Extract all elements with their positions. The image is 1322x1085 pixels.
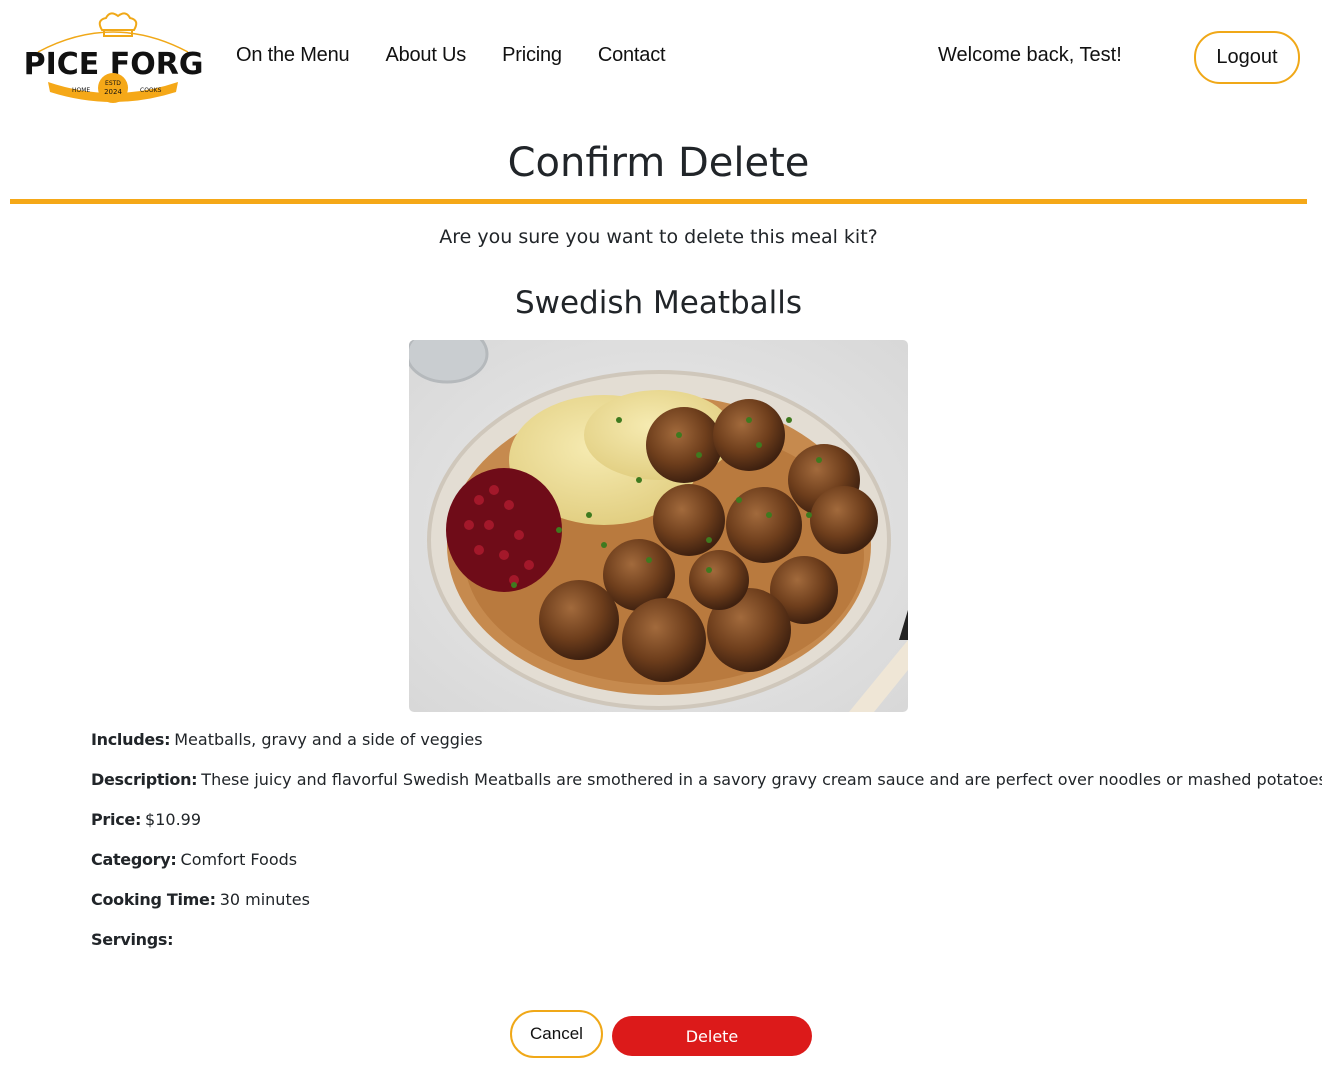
cooking-time-value: 30 minutes (219, 890, 310, 909)
meal-kit-name: Swedish Meatballs (514, 285, 803, 321)
detail-includes: Includes: Meatballs, gravy and a side of … (91, 730, 1291, 770)
svg-text:ESTD: ESTD (105, 80, 121, 87)
detail-category: Category: Comfort Foods (91, 850, 1291, 890)
confirm-prompt: Are you sure you want to delete this mea… (439, 226, 878, 248)
main-nav: On the Menu About Us Pricing Contact (236, 44, 701, 67)
spice-forge-logo[interactable]: SPICE FORGE HOME COOKS ESTD 2024 (2, 8, 224, 108)
svg-text:HOME: HOME (72, 87, 90, 94)
meal-kit-image (409, 340, 908, 712)
category-value: Comfort Foods (180, 850, 298, 869)
description-value: These juicy and flavorful Swedish Meatba… (201, 770, 1322, 789)
price-label: Price: (91, 810, 142, 829)
logout-button[interactable]: Logout (1194, 31, 1300, 84)
meal-kit-details: Includes: Meatballs, gravy and a side of … (91, 730, 1322, 970)
svg-text:2024: 2024 (104, 88, 122, 96)
description-label: Description: (91, 770, 198, 789)
title-divider (10, 199, 1307, 204)
detail-description: Description: These juicy and flavorful Sw… (91, 770, 1322, 810)
detail-cooking-time: Cooking Time: 30 minutes (91, 890, 1291, 930)
page-title: Confirm Delete (507, 140, 810, 186)
includes-value: Meatballs, gravy and a side of veggies (174, 730, 483, 749)
site-header: SPICE FORGE HOME COOKS ESTD 2024 On the … (0, 0, 1322, 115)
svg-text:COOKS: COOKS (140, 87, 162, 94)
detail-price: Price: $10.99 (91, 810, 1291, 850)
category-label: Category: (91, 850, 177, 869)
includes-label: Includes: (91, 730, 171, 749)
cancel-button[interactable]: Cancel (510, 1010, 603, 1058)
welcome-message: Welcome back, Test! (938, 44, 1122, 66)
nav-on-the-menu[interactable]: On the Menu (236, 44, 350, 67)
detail-servings: Servings: (91, 930, 1291, 970)
price-value: $10.99 (145, 810, 202, 829)
nav-about-us[interactable]: About Us (385, 44, 466, 67)
delete-button[interactable]: Delete (612, 1016, 812, 1056)
servings-label: Servings: (91, 930, 174, 949)
nav-pricing[interactable]: Pricing (502, 44, 562, 67)
nav-contact[interactable]: Contact (598, 44, 666, 67)
cooking-time-label: Cooking Time: (91, 890, 216, 909)
